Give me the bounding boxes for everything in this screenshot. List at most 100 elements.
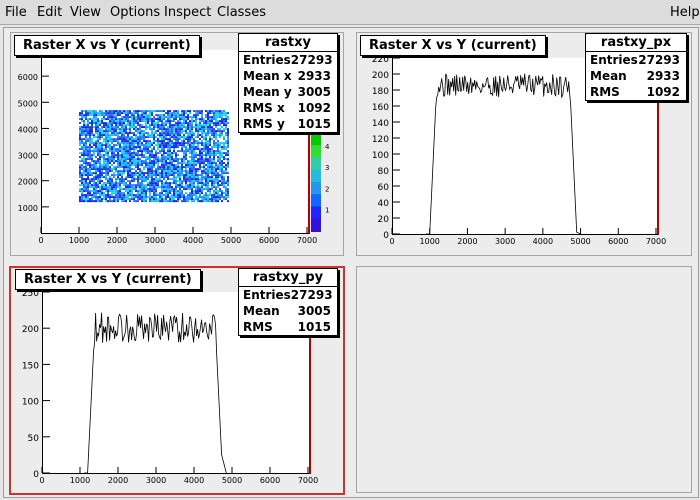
- heatmap-cell: [97, 192, 99, 195]
- heatmap-cell: [85, 112, 87, 115]
- heatmap-cell: [169, 160, 171, 163]
- canvas[interactable]: 0 1000 2000 3000 4000 5000 6000 7000 1000 2000 300…: [3, 27, 699, 498]
- heatmap-cell: [99, 176, 101, 179]
- heatmap-cell: [115, 164, 117, 167]
- heatmap-cell: [145, 182, 147, 185]
- heatmap-cell: [89, 182, 91, 185]
- heatmap-cell: [95, 196, 97, 199]
- heatmap-cell: [145, 110, 147, 113]
- heatmap-cell: [185, 168, 187, 171]
- heatmap-cell: [135, 136, 137, 139]
- heatmap-cell: [213, 114, 215, 117]
- heatmap-cell: [211, 120, 213, 123]
- heatmap-cell: [195, 112, 197, 115]
- heatmap-cell: [131, 110, 133, 113]
- heatmap-cell: [121, 194, 123, 197]
- heatmap-cell: [117, 124, 119, 127]
- heatmap-cell: [79, 114, 81, 117]
- heatmap-cell: [191, 120, 193, 123]
- heatmap-cell: [215, 180, 217, 183]
- heatmap-cell: [209, 152, 211, 155]
- heatmap-cell: [131, 140, 133, 143]
- menu-view[interactable]: View: [70, 5, 101, 20]
- heatmap-cell: [117, 158, 119, 161]
- heatmap-cell: [149, 180, 151, 183]
- heatmap-cell: [101, 144, 103, 147]
- menu-file[interactable]: File: [5, 5, 27, 20]
- heatmap-cell: [177, 182, 179, 185]
- heatmap-cell: [163, 140, 165, 143]
- heatmap-cell: [105, 172, 107, 175]
- heatmap-cell: [125, 172, 127, 175]
- heatmap-cell: [143, 144, 145, 147]
- heatmap-cell: [163, 128, 165, 131]
- menu-classes[interactable]: Classes: [217, 5, 266, 20]
- heatmap-cell: [207, 156, 209, 159]
- heatmap-cell: [219, 112, 221, 115]
- heatmap-cell: [223, 186, 225, 189]
- heatmap-cell: [81, 116, 83, 119]
- heatmap-cell: [211, 198, 213, 201]
- heatmap-cell: [195, 148, 197, 151]
- heatmap-cell: [101, 116, 103, 119]
- menu-inspect[interactable]: Inspect: [164, 5, 211, 20]
- menu-options[interactable]: Options: [110, 5, 160, 20]
- heatmap-cell: [219, 182, 221, 185]
- heatmap-cell: [133, 172, 135, 175]
- heatmap-cell: [215, 176, 217, 179]
- heatmap-cell: [161, 146, 163, 149]
- heatmap-cell: [91, 126, 93, 129]
- heatmap-cell: [95, 188, 97, 191]
- menu-edit[interactable]: Edit: [37, 5, 62, 20]
- heatmap-cell: [183, 192, 185, 195]
- heatmap-cell: [159, 140, 161, 143]
- palette-bin: [311, 145, 321, 159]
- heatmap-cell: [201, 114, 203, 117]
- heatmap-cell: [121, 180, 123, 183]
- heatmap-cell: [131, 124, 133, 127]
- pad-top-right[interactable]: 0 1000 2000 3000 4000 5000 6000 7000 0 20 40 60 80 10…: [356, 32, 692, 256]
- heatmap-cell: [177, 188, 179, 191]
- heatmap-cell: [227, 140, 229, 143]
- heatmap-cell: [221, 118, 223, 121]
- heatmap-cell: [209, 130, 211, 133]
- heatmap-cell: [101, 122, 103, 125]
- heatmap-cell: [81, 180, 83, 183]
- heatmap-cell: [129, 180, 131, 183]
- heatmap-cell: [157, 120, 159, 123]
- heatmap-cell: [119, 178, 121, 181]
- heatmap-cell: [89, 186, 91, 189]
- heatmap-cell: [161, 184, 163, 187]
- pad-top-left[interactable]: 0 1000 2000 3000 4000 5000 6000 7000 1000 2000 300…: [10, 32, 344, 256]
- heatmap-cell: [181, 162, 183, 165]
- heatmap-cell: [163, 160, 165, 163]
- heatmap-cell: [191, 192, 193, 195]
- heatmap-cell: [207, 198, 209, 201]
- heatmap-cell: [81, 192, 83, 195]
- heatmap-cell: [221, 164, 223, 167]
- heatmap-cell: [129, 154, 131, 157]
- heatmap-cell: [103, 154, 105, 157]
- heatmap-cell: [143, 170, 145, 173]
- menu-help[interactable]: Help: [670, 5, 700, 20]
- heatmap-cell: [167, 144, 169, 147]
- heatmap-cell: [103, 160, 105, 163]
- heatmap-cell: [161, 178, 163, 181]
- heatmap-cell: [115, 190, 117, 193]
- heatmap-cell: [205, 174, 207, 177]
- heatmap-cell: [221, 146, 223, 149]
- heatmap-cell: [79, 156, 81, 159]
- pad-bottom-left[interactable]: 0 1000 2000 3000 4000 5000 6000 7000 0 50 100 150 20…: [9, 266, 345, 495]
- heatmap-cell: [187, 150, 189, 153]
- heatmap-cell: [93, 188, 95, 191]
- heatmap-cell: [111, 114, 113, 117]
- heatmap-cell: [167, 186, 169, 189]
- heatmap-cell: [195, 190, 197, 193]
- pad-bottom-right[interactable]: [356, 266, 692, 493]
- heatmap-cell: [141, 200, 143, 203]
- heatmap-cell: [161, 128, 163, 131]
- heatmap-cell: [111, 148, 113, 151]
- heatmap-cell: [219, 124, 221, 127]
- heatmap-cell: [103, 122, 105, 125]
- heatmap-cell: [185, 196, 187, 199]
